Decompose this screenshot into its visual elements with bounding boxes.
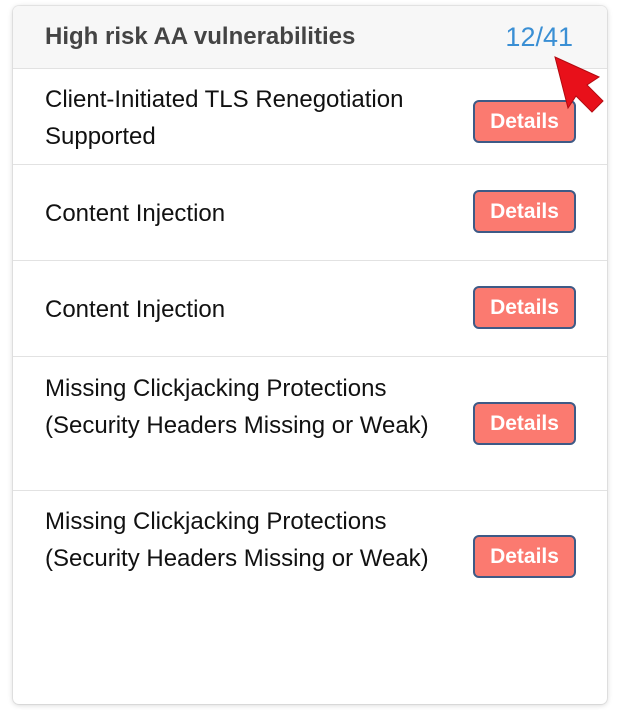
panel-title: High risk AA vulnerabilities [45,23,356,50]
details-button[interactable]: Details [473,286,576,329]
list-item: Missing Clickjacking Protections (Securi… [13,357,607,491]
vulnerability-name: Content Injection [45,296,226,323]
details-button[interactable]: Details [473,100,576,143]
list-item: Content Injection Details [13,261,607,357]
vulnerability-name: Content Injection [45,200,226,227]
details-button[interactable]: Details [473,402,576,445]
vulnerability-panel: High risk AA vulnerabilities 12/41 Clien… [13,6,607,704]
details-button[interactable]: Details [473,190,576,233]
vulnerability-name: Missing Clickjacking Protections (Securi… [45,508,429,572]
vulnerability-name: Client-Initiated TLS Renegotiation Suppo… [45,86,404,150]
vulnerability-name: Missing Clickjacking Protections (Securi… [45,375,429,439]
details-button[interactable]: Details [473,535,576,578]
list-item: Missing Clickjacking Protections (Securi… [13,491,607,625]
list-item: Content Injection Details [13,165,607,261]
list-item: Client-Initiated TLS Renegotiation Suppo… [13,69,607,165]
vulnerability-count-link[interactable]: 12/41 [505,22,573,53]
panel-header: High risk AA vulnerabilities 12/41 [13,6,607,69]
